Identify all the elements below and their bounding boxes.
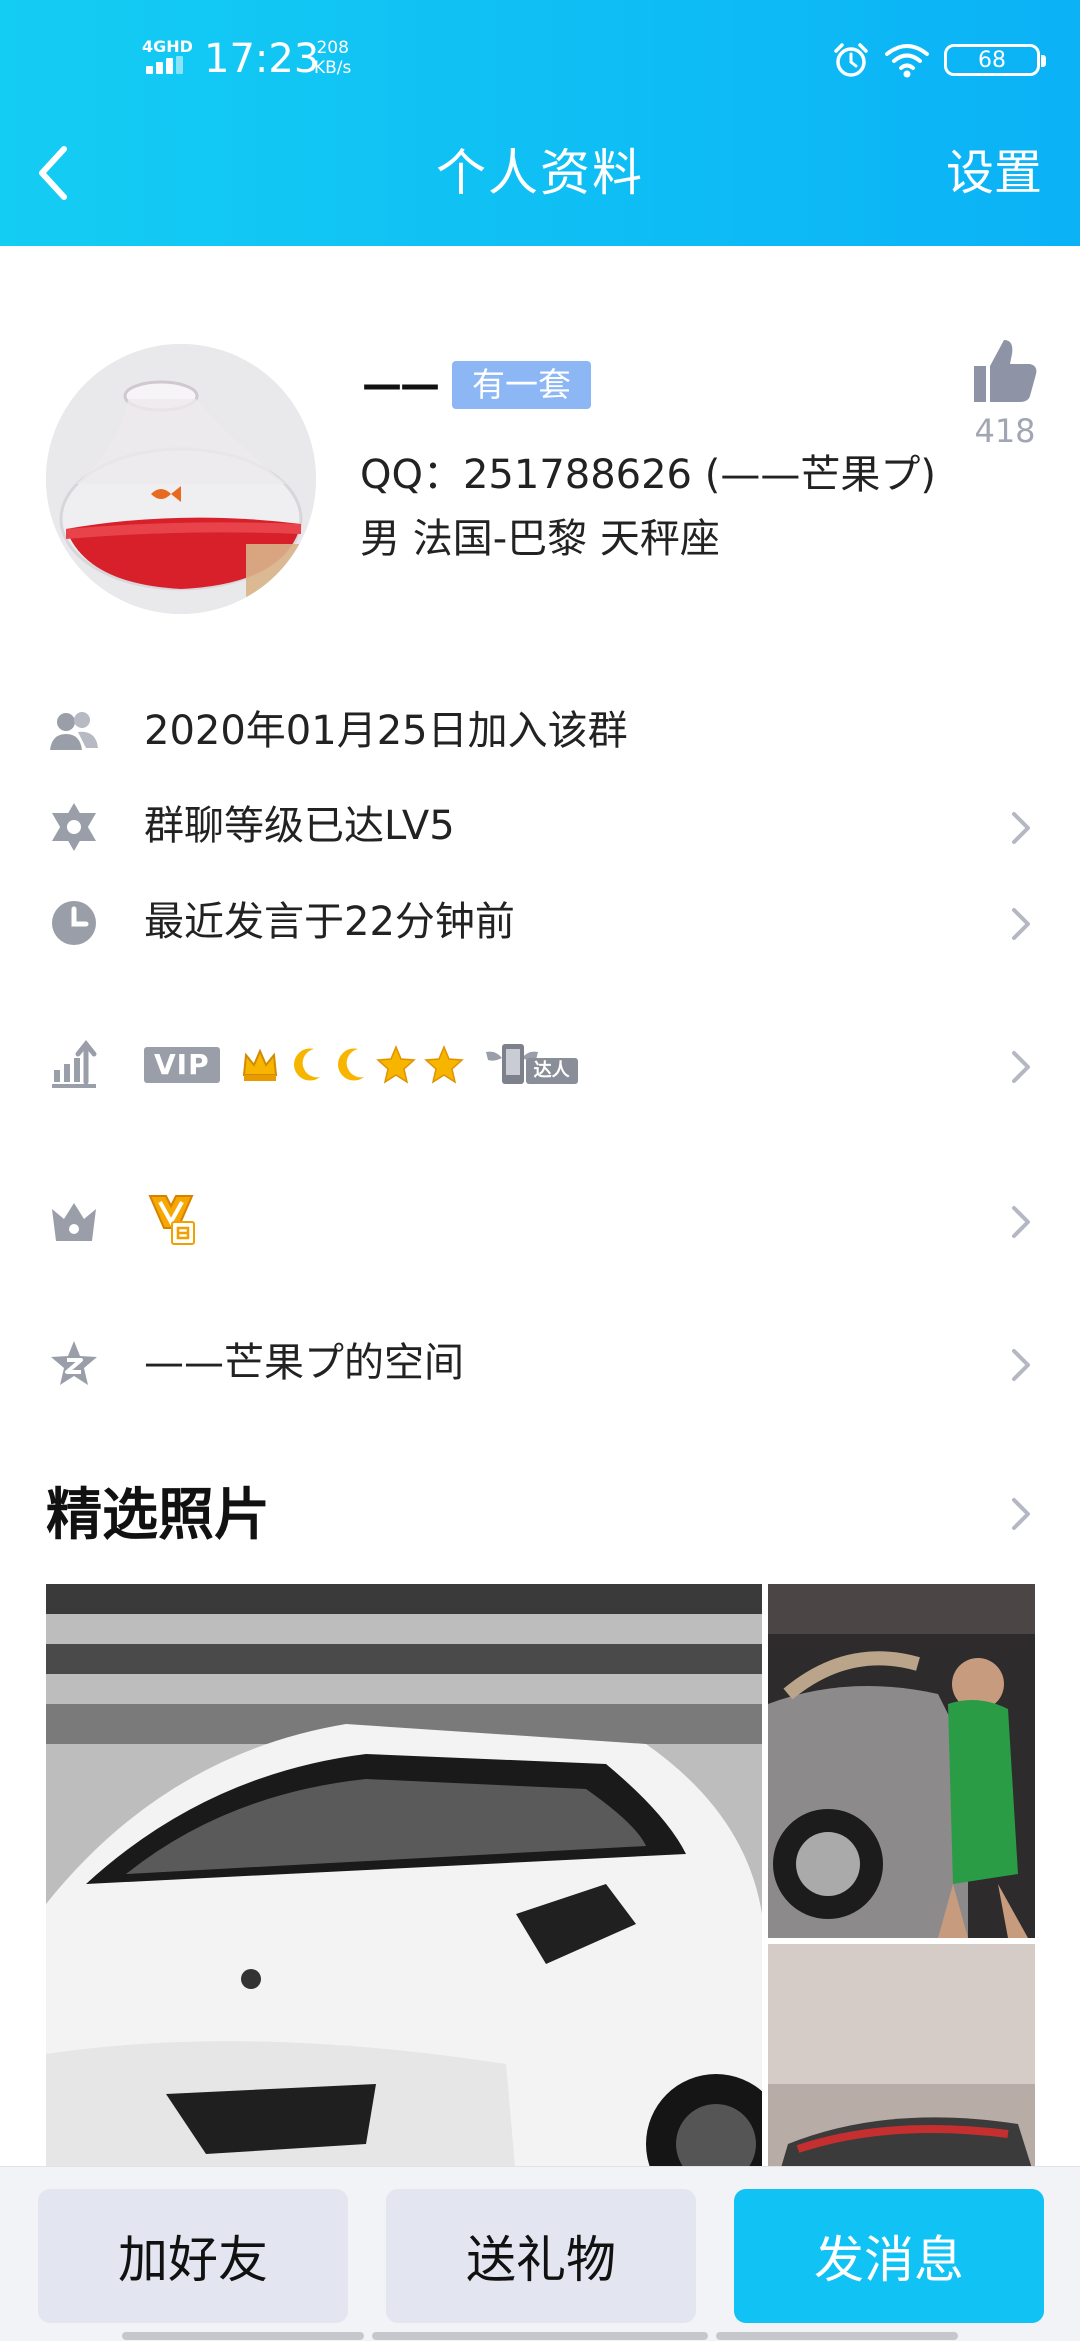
thumbs-up-icon[interactable] — [970, 336, 1040, 406]
talent-label: 达人 — [525, 1058, 578, 1084]
alarm-icon — [834, 43, 868, 77]
crown-level-icon — [242, 1048, 277, 1081]
last-speak-time: 最近发言于22分钟前 — [144, 899, 515, 945]
honor-badges — [144, 1180, 198, 1260]
qzone-link: ——芒果プ的空间 — [144, 1340, 464, 1386]
join-date-row: 2020年01月25日加入该群 — [0, 691, 1080, 771]
battery-indicator: 68 — [944, 44, 1046, 76]
featured-photo-woman-car[interactable] — [768, 1584, 1035, 1938]
group-title-badge: 有一套 — [452, 361, 591, 409]
network-speed: 208 KB/s — [314, 38, 351, 78]
gesture-bar-segment — [122, 2332, 364, 2340]
gesture-bar-segment — [372, 2332, 708, 2340]
featured-photo-red-car[interactable] — [768, 1944, 1035, 2178]
avatar-fishbowl-image — [46, 344, 316, 614]
status-icons: 68 — [832, 36, 1046, 84]
chevron-right-icon[interactable] — [1010, 1496, 1032, 1532]
settings-link[interactable]: 设置 — [946, 138, 1042, 208]
last-speak-row[interactable]: 最近发言于22分钟前 — [0, 882, 1080, 962]
star-of-david-icon — [52, 803, 96, 851]
chevron-right-icon — [1012, 812, 1030, 844]
featured-photo-car[interactable] — [46, 1584, 762, 2178]
chevron-right-icon — [1012, 1051, 1030, 1083]
speed-value: 208 — [316, 38, 349, 58]
group-level-row[interactable]: 群聊等级已达LV5 — [0, 786, 1080, 866]
gesture-bar-segment — [716, 2332, 958, 2340]
star-level-icon — [423, 1045, 464, 1084]
avatar[interactable] — [46, 344, 316, 614]
red-car-image — [768, 1944, 1035, 2178]
talent-badge: 达人 — [482, 1040, 592, 1090]
group-level: 群聊等级已达LV5 — [144, 803, 455, 849]
like-count: 418 — [974, 412, 1036, 450]
battery-level: 68 — [978, 47, 1006, 73]
bottom-action-bar: 加好友 送礼物 发消息 — [0, 2166, 1080, 2341]
name-row: —— 有一套 — [362, 360, 591, 410]
group-members-icon — [50, 712, 98, 750]
header-bar: 4GHD 17:23 208 KB/s 68 个人资料 设置 — [0, 0, 1080, 246]
clock-icon — [52, 901, 96, 945]
join-date: 2020年01月25日加入该群 — [144, 708, 628, 754]
level-up-chart-icon — [52, 1040, 97, 1088]
vip-medal-icon — [148, 1195, 195, 1245]
chevron-right-icon — [1012, 908, 1030, 940]
send-message-button[interactable]: 发消息 — [734, 2189, 1044, 2323]
chevron-right-icon — [1012, 1206, 1030, 1238]
chevron-right-icon — [1012, 1349, 1030, 1381]
profile-info: 男 法国-巴黎 天秤座 — [360, 516, 720, 562]
vip-row[interactable]: VIP 达人 — [0, 1025, 1080, 1105]
vip-badges: VIP 达人 — [144, 1025, 592, 1105]
page-title: 个人资料 — [436, 144, 644, 202]
qq-number: QQ：251788626 (——芒果プ) — [360, 452, 936, 498]
qzone-row[interactable]: ——芒果プ的空间 — [0, 1323, 1080, 1403]
white-sports-car-image — [46, 1584, 762, 2178]
send-gift-button[interactable]: 送礼物 — [386, 2189, 696, 2323]
moon-level-icon — [293, 1048, 320, 1081]
honor-row[interactable] — [0, 1180, 1080, 1260]
crown-icon — [52, 1203, 96, 1241]
featured-photos-title: 精选照片 — [46, 1483, 270, 1548]
woman-with-car-image — [768, 1584, 1035, 1938]
status-bar: 4GHD 17:23 208 KB/s 68 — [0, 0, 1080, 120]
wifi-icon — [885, 44, 929, 78]
navigation-bar: 个人资料 设置 — [0, 128, 1080, 218]
vip-tag: VIP — [144, 1047, 220, 1083]
nickname: —— — [362, 362, 440, 408]
clock: 17:23 — [204, 36, 320, 82]
star-level-icon — [375, 1045, 416, 1084]
add-friend-button[interactable]: 加好友 — [38, 2189, 348, 2323]
qzone-star-icon — [51, 1341, 97, 1385]
signal-icon — [146, 56, 186, 74]
network-type: 4GHD — [142, 37, 193, 56]
speed-unit: KB/s — [314, 58, 352, 78]
moon-level-icon — [337, 1048, 364, 1081]
